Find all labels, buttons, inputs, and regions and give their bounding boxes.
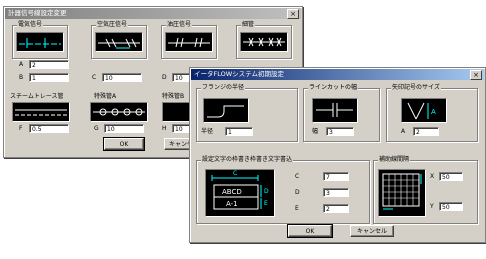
text-e-label: E [295,205,299,212]
dialog-title: イータFLOWシステム初期設定 [194,70,284,78]
ok-button[interactable]: OK [103,137,145,151]
flange-radius-label: 半径 [201,128,214,135]
label-h: H [162,125,167,132]
group-electric-signal: 電気信号 [12,21,68,59]
group-title: ラインカットの幅 [308,84,359,92]
text-d-label: D [295,189,300,196]
electric-signal-preview[interactable] [16,32,64,52]
label-d: D [162,74,167,81]
text-frame-preview: C ABCD A-1 D E [205,169,275,217]
group-title: 油圧信号 [166,21,193,29]
capillary-preview[interactable] [240,32,288,52]
cancel-button[interactable]: キャンセル [350,225,394,237]
preview-e-label: E [264,200,268,207]
hatch-y-label: Y [430,203,434,210]
label-a: A [19,61,24,68]
field-c[interactable]: 10 [102,73,142,82]
special-a-label: 特殊管A [94,93,117,100]
group-flange-radius: フランジの半径 半径 1 [196,84,298,142]
text-c-field[interactable]: 7 [323,172,349,181]
ok-button[interactable]: OK [287,224,333,238]
preview-c-label: C [233,170,238,177]
group-pneumatic-signal: 空気圧信号 [91,21,147,59]
group-capillary: 細管 [236,21,292,59]
flange-radius-field[interactable]: 1 [225,127,253,136]
label-f: F [19,125,23,132]
field-f[interactable]: 0.5 [29,124,69,133]
label-g: G [94,125,99,132]
electric-line-graphic [19,38,61,48]
special-b-label: 特殊管B [162,93,185,100]
dialog-title: 計器信号線設定変更 [8,9,67,17]
special-a-graphic [93,108,145,116]
group-arrow-size: 矢印記号のサイズ A A 2 [386,84,478,142]
group-title: 補助線間隔 [378,156,411,164]
group-title: 空気圧信号 [96,21,129,29]
hydraulic-line-graphic [168,37,210,48]
close-button[interactable]: × [470,70,482,80]
flow-system-initial-settings-dialog: イータFLOWシステム初期設定 × フランジの半径 半径 1 ラインカットの幅 … [189,67,486,243]
flange-preview [203,98,249,123]
capillary-line-graphic [243,37,285,47]
line-cut-preview [312,98,358,123]
group-hydraulic-signal: 油圧信号 [161,21,217,59]
group-hatch-spacing: 補助線間隔 X 50 Y 50 [373,156,478,224]
group-title: 矢印記号のサイズ [391,84,441,92]
group-title: 設定文字の枠書き枠書き文字書込 [201,156,294,164]
pneumatic-signal-preview[interactable] [95,32,143,52]
hatch-x-label: X [430,173,435,180]
arrow-preview: A [401,98,447,123]
hatch-preview [378,169,426,217]
steam-trace-preview[interactable] [12,102,70,122]
flange-graphic [207,105,244,118]
field-b[interactable]: 1 [29,73,69,82]
label-c: C [92,74,97,81]
group-title: フランジの半径 [201,84,246,92]
group-title: 細管 [241,21,256,29]
text-e-field[interactable]: 2 [323,204,349,213]
title-bar[interactable]: 計器信号線設定変更 [5,8,301,19]
pneumatic-line-graphic [98,38,140,49]
hatch-grid-graphic [382,173,422,210]
close-button[interactable]: × [287,9,299,19]
hatch-x-field[interactable]: 50 [439,172,463,181]
hydraulic-signal-preview[interactable] [165,32,213,52]
svg-text:A: A [431,108,436,116]
field-a[interactable]: 2 [29,60,69,69]
arrow-a-label: A [401,128,406,135]
title-bar[interactable]: イータFLOWシステム初期設定 [191,69,484,80]
arrow-a-field[interactable]: 2 [413,127,439,136]
steam-trace-graphic [15,109,67,116]
steam-trace-label: スチームトレース管 [10,93,64,100]
preview-abcd-text: ABCD [222,188,242,196]
hatch-y-field[interactable]: 50 [439,202,463,211]
line-width-label: 幅 [312,128,319,135]
group-title: 電気信号 [17,21,44,29]
group-line-cut-width: ラインカットの幅 幅 3 [303,84,380,142]
special-a-preview[interactable] [90,102,148,122]
text-d-field[interactable]: 3 [323,188,349,197]
arrow-graphic: A [407,102,436,120]
line-width-field[interactable]: 3 [326,127,354,136]
field-g[interactable]: 10 [104,124,144,133]
text-c-label: C [295,173,300,180]
preview-a1-text: A-1 [226,200,238,208]
group-text-frame: 設定文字の枠書き枠書き文字書込 C ABCD A-1 D E C 7 D 3 E… [196,156,370,224]
line-cut-graphic [316,103,353,117]
label-b: B [19,74,24,81]
preview-d-label: D [264,188,269,195]
